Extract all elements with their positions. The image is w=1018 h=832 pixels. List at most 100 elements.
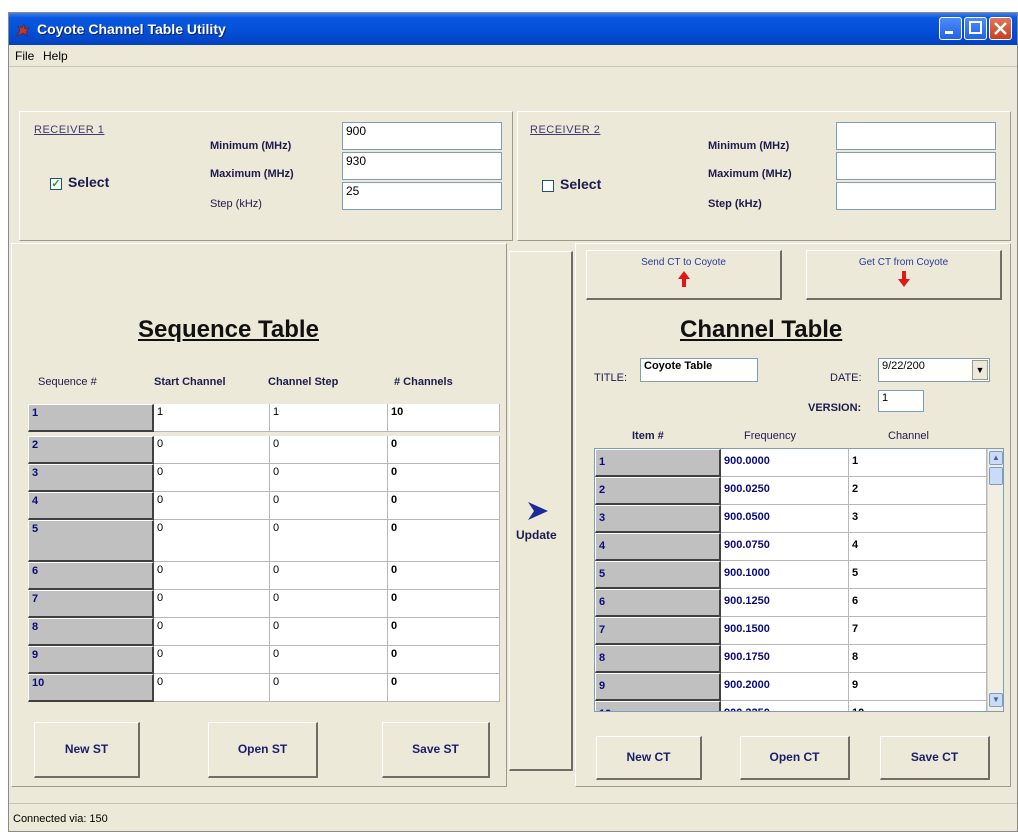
seq-cell-number: 5 — [28, 520, 154, 562]
ct-cell-frequency[interactable]: 900.0750 — [721, 533, 849, 561]
seq-header-num-channels: # Channels — [394, 376, 453, 388]
ct-cell-channel[interactable]: 4 — [849, 533, 987, 561]
update-button[interactable]: Update — [509, 251, 573, 771]
ct-cell-channel[interactable]: 3 — [849, 505, 987, 533]
seq-cell-start-channel[interactable]: 0 — [154, 646, 270, 674]
save-st-button[interactable]: Save ST — [382, 722, 490, 778]
receiver2-step-input[interactable] — [836, 182, 996, 210]
ct-cell-item: 6 — [595, 589, 721, 617]
sequence-table-panel: Sequence Table Sequence # Start Channel … — [11, 243, 507, 787]
title-bar[interactable]: Coyote Channel Table Utility — [9, 13, 1017, 45]
save-ct-button[interactable]: Save CT — [880, 736, 990, 780]
arrow-down-icon — [897, 271, 910, 287]
seq-cell-channel-step[interactable]: 0 — [270, 520, 388, 562]
ct-cell-channel[interactable]: 10 — [849, 701, 987, 711]
ct-cell-channel[interactable]: 9 — [849, 673, 987, 701]
ct-version-input[interactable]: 1 — [878, 390, 924, 412]
ct-cell-channel[interactable]: 5 — [849, 561, 987, 589]
menu-file[interactable]: File — [15, 49, 34, 63]
minimize-button[interactable] — [939, 17, 962, 40]
seq-cell-channel-step[interactable]: 0 — [270, 562, 388, 590]
ct-version-label: VERSION: — [808, 402, 862, 414]
ct-header-frequency: Frequency — [744, 430, 796, 442]
seq-cell-channel-step[interactable]: 0 — [270, 618, 388, 646]
seq-cell-num-channels[interactable]: 0 — [388, 562, 500, 590]
app-window: Coyote Channel Table Utility File Help R… — [8, 12, 1018, 832]
seq-cell-num-channels[interactable]: 0 — [388, 464, 500, 492]
scroll-down-icon[interactable]: ▼ — [989, 693, 1003, 707]
maximize-button[interactable] — [964, 17, 987, 40]
ct-cell-item: 5 — [595, 561, 721, 589]
ct-scrollbar[interactable]: ▲ ▼ — [987, 449, 1003, 711]
ct-cell-channel[interactable]: 1 — [849, 449, 987, 477]
seq-cell-num-channels[interactable]: 0 — [388, 618, 500, 646]
seq-cell-num-channels[interactable]: 0 — [388, 520, 500, 562]
seq-cell-channel-step[interactable]: 0 — [270, 464, 388, 492]
receiver1-step-input[interactable]: 25 — [342, 182, 502, 210]
seq-cell-start-channel[interactable]: 0 — [154, 562, 270, 590]
ct-date-dropdown[interactable]: 9/22/200 ▼ — [878, 358, 990, 382]
ct-cell-frequency[interactable]: 900.0250 — [721, 477, 849, 505]
seq-cell-num-channels[interactable]: 10 — [388, 404, 500, 432]
get-ct-button[interactable]: Get CT from Coyote — [806, 250, 1002, 300]
ct-cell-frequency[interactable]: 900.1750 — [721, 645, 849, 673]
ct-cell-frequency[interactable]: 900.2250 — [721, 701, 849, 711]
seq-cell-channel-step[interactable]: 0 — [270, 646, 388, 674]
ct-cell-channel[interactable]: 7 — [849, 617, 987, 645]
seq-header-sequence: Sequence # — [38, 376, 97, 388]
seq-cell-channel-step[interactable]: 1 — [270, 404, 388, 432]
seq-cell-number: 1 — [28, 404, 154, 432]
seq-cell-start-channel[interactable]: 0 — [154, 520, 270, 562]
scroll-thumb[interactable] — [989, 467, 1003, 485]
arrow-up-icon — [677, 271, 690, 287]
seq-cell-num-channels[interactable]: 0 — [388, 674, 500, 702]
open-st-button[interactable]: Open ST — [208, 722, 318, 778]
ct-cell-frequency[interactable]: 900.1250 — [721, 589, 849, 617]
status-text: Connected via: 150 — [13, 813, 108, 825]
ct-cell-item: 10 — [595, 701, 721, 711]
send-ct-button[interactable]: Send CT to Coyote — [586, 250, 782, 300]
ct-cell-frequency[interactable]: 900.1500 — [721, 617, 849, 645]
receiver1-select-checkbox[interactable]: ✓ — [50, 178, 62, 190]
close-button[interactable] — [989, 17, 1012, 40]
seq-cell-channel-step[interactable]: 0 — [270, 674, 388, 702]
update-label: Update — [516, 528, 557, 542]
receiver2-select-checkbox[interactable] — [542, 180, 554, 192]
seq-cell-num-channels[interactable]: 0 — [388, 646, 500, 674]
seq-cell-channel-step[interactable]: 0 — [270, 590, 388, 618]
receiver1-min-input[interactable]: 900 — [342, 122, 502, 150]
seq-cell-start-channel[interactable]: 0 — [154, 618, 270, 646]
sequence-table-title: Sequence Table — [138, 316, 319, 343]
receiver1-max-input[interactable]: 930 — [342, 152, 502, 180]
seq-cell-channel-step[interactable]: 0 — [270, 436, 388, 464]
ct-title-input[interactable]: Coyote Table — [640, 358, 758, 382]
receiver2-max-input[interactable] — [836, 152, 996, 180]
ct-cell-channel[interactable]: 2 — [849, 477, 987, 505]
ct-cell-frequency[interactable]: 900.0500 — [721, 505, 849, 533]
seq-cell-start-channel[interactable]: 0 — [154, 436, 270, 464]
ct-cell-item: 3 — [595, 505, 721, 533]
seq-cell-num-channels[interactable]: 0 — [388, 590, 500, 618]
ct-cell-frequency[interactable]: 900.2000 — [721, 673, 849, 701]
ct-header-item: Item # — [632, 430, 664, 442]
new-ct-button[interactable]: New CT — [596, 736, 702, 780]
seq-cell-start-channel[interactable]: 0 — [154, 492, 270, 520]
open-ct-button[interactable]: Open CT — [740, 736, 850, 780]
new-st-button[interactable]: New ST — [34, 722, 140, 778]
seq-cell-start-channel[interactable]: 0 — [154, 590, 270, 618]
ct-cell-item: 8 — [595, 645, 721, 673]
ct-cell-channel[interactable]: 8 — [849, 645, 987, 673]
seq-cell-num-channels[interactable]: 0 — [388, 436, 500, 464]
seq-cell-start-channel[interactable]: 0 — [154, 464, 270, 492]
seq-cell-start-channel[interactable]: 1 — [154, 404, 270, 432]
chevron-down-icon[interactable]: ▼ — [972, 360, 988, 380]
seq-cell-start-channel[interactable]: 0 — [154, 674, 270, 702]
receiver2-min-input[interactable] — [836, 122, 996, 150]
seq-cell-channel-step[interactable]: 0 — [270, 492, 388, 520]
scroll-up-icon[interactable]: ▲ — [989, 451, 1003, 465]
ct-cell-channel[interactable]: 6 — [849, 589, 987, 617]
seq-cell-num-channels[interactable]: 0 — [388, 492, 500, 520]
ct-cell-frequency[interactable]: 900.0000 — [721, 449, 849, 477]
menu-help[interactable]: Help — [43, 49, 68, 63]
ct-cell-frequency[interactable]: 900.1000 — [721, 561, 849, 589]
